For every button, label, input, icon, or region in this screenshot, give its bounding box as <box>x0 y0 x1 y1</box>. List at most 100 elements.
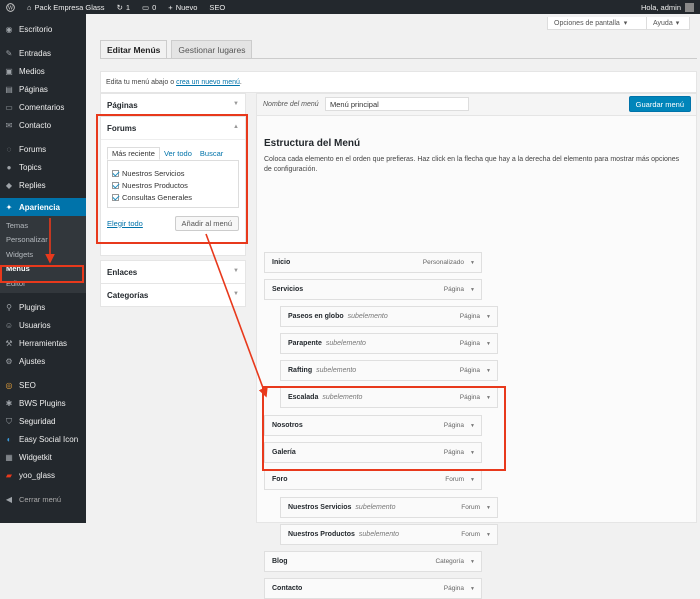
new-content-link[interactable]: + Nuevo <box>162 0 203 14</box>
sidebar-item-comentarios[interactable]: ▭ Comentarios <box>0 98 86 116</box>
chevron-down-icon[interactable]: ▼ <box>470 559 475 565</box>
menu-item-sub-label: subelemento <box>347 313 388 320</box>
chevron-down-icon[interactable]: ▼ <box>486 505 491 511</box>
menu-item-label: Parapente <box>288 340 322 347</box>
admin-bar: W ⌂ Pack Empresa Glass ↻ 1 ▭ 0 + Nuevo SEO H… <box>0 0 700 14</box>
user-icon: ☺ <box>4 321 14 330</box>
menu-item-type: Categoría <box>435 558 464 565</box>
menu-notice: Edita tu menú abajo o crea un nuevo menú… <box>100 71 697 93</box>
plugin-icon: ⚲ <box>6 303 12 312</box>
accordion-enlaces[interactable]: Enlaces ▼ <box>100 260 246 284</box>
tab-gestionar-lugares[interactable]: Gestionar lugares <box>171 40 253 58</box>
sidebar-item-ajustes[interactable]: ⚙ Ajustes <box>0 353 86 371</box>
sidebar-item-contacto[interactable]: ✉ Contacto <box>0 116 86 134</box>
comments-link[interactable]: ▭ 0 <box>136 0 162 14</box>
chevron-down-icon[interactable]: ▼ <box>470 586 475 592</box>
chevron-down-icon: ▼ <box>233 268 239 274</box>
chevron-down-icon[interactable]: ▼ <box>470 287 475 293</box>
menu-structure-description: Coloca cada elemento en el orden que pre… <box>264 156 680 173</box>
sidebar-item-replies[interactable]: ◆ Replies <box>0 176 86 194</box>
sidebar-item-escritorio[interactable]: ◉ Escritorio <box>0 20 86 38</box>
forums-icon: ◌ <box>6 144 12 154</box>
menu-item-row[interactable]: Nuestros Productos subelemento Forum ▼ <box>280 524 498 545</box>
menu-item-type: Página <box>459 367 480 374</box>
menu-item-row[interactable]: Contacto Página ▼ <box>264 578 482 599</box>
media-icon: ▣ <box>5 66 13 76</box>
my-account[interactable]: Hola, admin <box>641 2 700 12</box>
sidebar-item-easy-social-icon[interactable]: ◐ Easy Social Icon <box>0 431 86 449</box>
chevron-down-icon[interactable]: ▼ <box>486 341 491 347</box>
site-name-link[interactable]: ⌂ Pack Empresa Glass <box>21 0 111 14</box>
sidebar-item-topics[interactable]: ● Topics <box>0 158 86 176</box>
screen-options-button[interactable]: Opciones de pantalla ▾ <box>547 17 647 30</box>
menu-item-sub-label: subelemento <box>325 340 366 347</box>
sidebar-item-apariencia[interactable]: ✦ Apariencia <box>0 198 86 216</box>
menu-name-input[interactable]: Menú principal <box>325 97 469 111</box>
topics-icon: ● <box>6 162 12 172</box>
chevron-down-icon: ▾ <box>623 20 628 27</box>
pages-icon: ▤ <box>5 84 13 94</box>
yoo-icon: ▰ <box>5 471 13 480</box>
sidebar-item-entradas[interactable]: ✎ Entradas <box>0 44 86 62</box>
menu-item-row[interactable]: Foro Forum ▼ <box>264 469 482 490</box>
collapse-menu-button[interactable]: ◀ Cerrar menú <box>0 491 86 509</box>
tab-editar-menus[interactable]: Editar Menús <box>100 40 168 58</box>
seo-link[interactable]: SEO <box>203 0 231 14</box>
menu-item-label: Rafting <box>288 367 313 374</box>
menu-item-row[interactable]: Nuestros Servicios subelemento Forum ▼ <box>280 497 498 518</box>
wp-logo-icon[interactable]: W <box>0 0 21 14</box>
menu-item-row[interactable]: Servicios Página ▼ <box>264 279 482 300</box>
sidebar-item-paginas[interactable]: ▤ Páginas <box>0 80 86 98</box>
chevron-down-icon[interactable]: ▼ <box>486 314 491 320</box>
replies-icon: ◆ <box>5 180 13 190</box>
menu-item-row[interactable]: Parapente subelemento Página ▼ <box>280 333 498 354</box>
sidebar-item-herramientas[interactable]: ⚒ Herramientas <box>0 335 86 353</box>
updates-link[interactable]: ↻ 1 <box>111 0 136 14</box>
menu-item-label: Contacto <box>272 585 303 592</box>
menu-item-type: Página <box>443 585 464 592</box>
chevron-down-icon[interactable]: ▼ <box>470 260 475 266</box>
submenu-personalizar[interactable]: Personalizar <box>0 233 86 248</box>
menu-item-label: Nuestros Productos <box>288 531 355 538</box>
menu-item-label: Nuestros Servicios <box>288 504 352 511</box>
mail-icon: ✉ <box>5 120 13 130</box>
submenu-widgets[interactable]: Widgets <box>0 247 86 262</box>
sidebar-item-widgetkit[interactable]: ▦ Widgetkit <box>0 449 86 467</box>
menu-item-row[interactable]: Inicio Personalizado ▼ <box>264 252 482 273</box>
submenu-temas[interactable]: Temas <box>0 218 86 233</box>
accordion-categorias[interactable]: Categorías ▼ <box>100 283 246 307</box>
brush-icon: ✦ <box>5 202 13 212</box>
sidebar-item-bws-plugins[interactable]: ✱ BWS Plugins <box>0 395 86 413</box>
widgetkit-icon: ▦ <box>5 453 13 462</box>
menu-item-type: Forum <box>461 531 480 538</box>
home-icon: ⌂ <box>27 2 32 12</box>
menu-item-row[interactable]: Blog Categoría ▼ <box>264 551 482 572</box>
sidebar-item-forums[interactable]: ◌ Forums <box>0 140 86 158</box>
highlight-forums-box <box>96 114 248 244</box>
refresh-icon: ↻ <box>116 2 123 12</box>
sidebar-item-medios[interactable]: ▣ Medios <box>0 62 86 80</box>
sidebar-item-usuarios[interactable]: ☺ Usuarios <box>0 317 86 335</box>
sidebar-item-seo[interactable]: ◎ SEO <box>0 377 86 395</box>
sidebar-item-yoo-glass[interactable]: ▰ yoo_glass <box>0 467 86 485</box>
create-menu-link[interactable]: crea un nuevo menú <box>176 79 240 86</box>
sidebar-item-plugins[interactable]: ⚲ Plugins <box>0 299 86 317</box>
sidebar-item-seguridad[interactable]: ⛉ Seguridad <box>0 413 86 431</box>
menu-item-type: Página <box>459 313 480 320</box>
pin-icon: ✎ <box>5 48 13 58</box>
menu-item-label: Servicios <box>272 286 304 293</box>
social-icon: ◐ <box>6 435 12 444</box>
chevron-down-icon[interactable]: ▼ <box>470 477 475 483</box>
chevron-down-icon[interactable]: ▼ <box>486 532 491 538</box>
help-button[interactable]: Ayuda ▾ <box>646 17 690 30</box>
menu-item-row[interactable]: Paseos en globo subelemento Página ▼ <box>280 306 498 327</box>
menu-item-label: Foro <box>272 476 288 483</box>
chevron-down-icon[interactable]: ▼ <box>486 368 491 374</box>
svg-text:W: W <box>8 5 14 11</box>
nav-tabs: Editar Menús Gestionar lugares <box>100 40 253 58</box>
menu-item-type: Forum <box>461 504 480 511</box>
plus-icon: + <box>168 2 173 12</box>
comment-icon: ▭ <box>5 102 13 112</box>
save-menu-button[interactable]: Guardar menú <box>628 96 691 112</box>
menu-item-row[interactable]: Rafting subelemento Página ▼ <box>280 360 498 381</box>
